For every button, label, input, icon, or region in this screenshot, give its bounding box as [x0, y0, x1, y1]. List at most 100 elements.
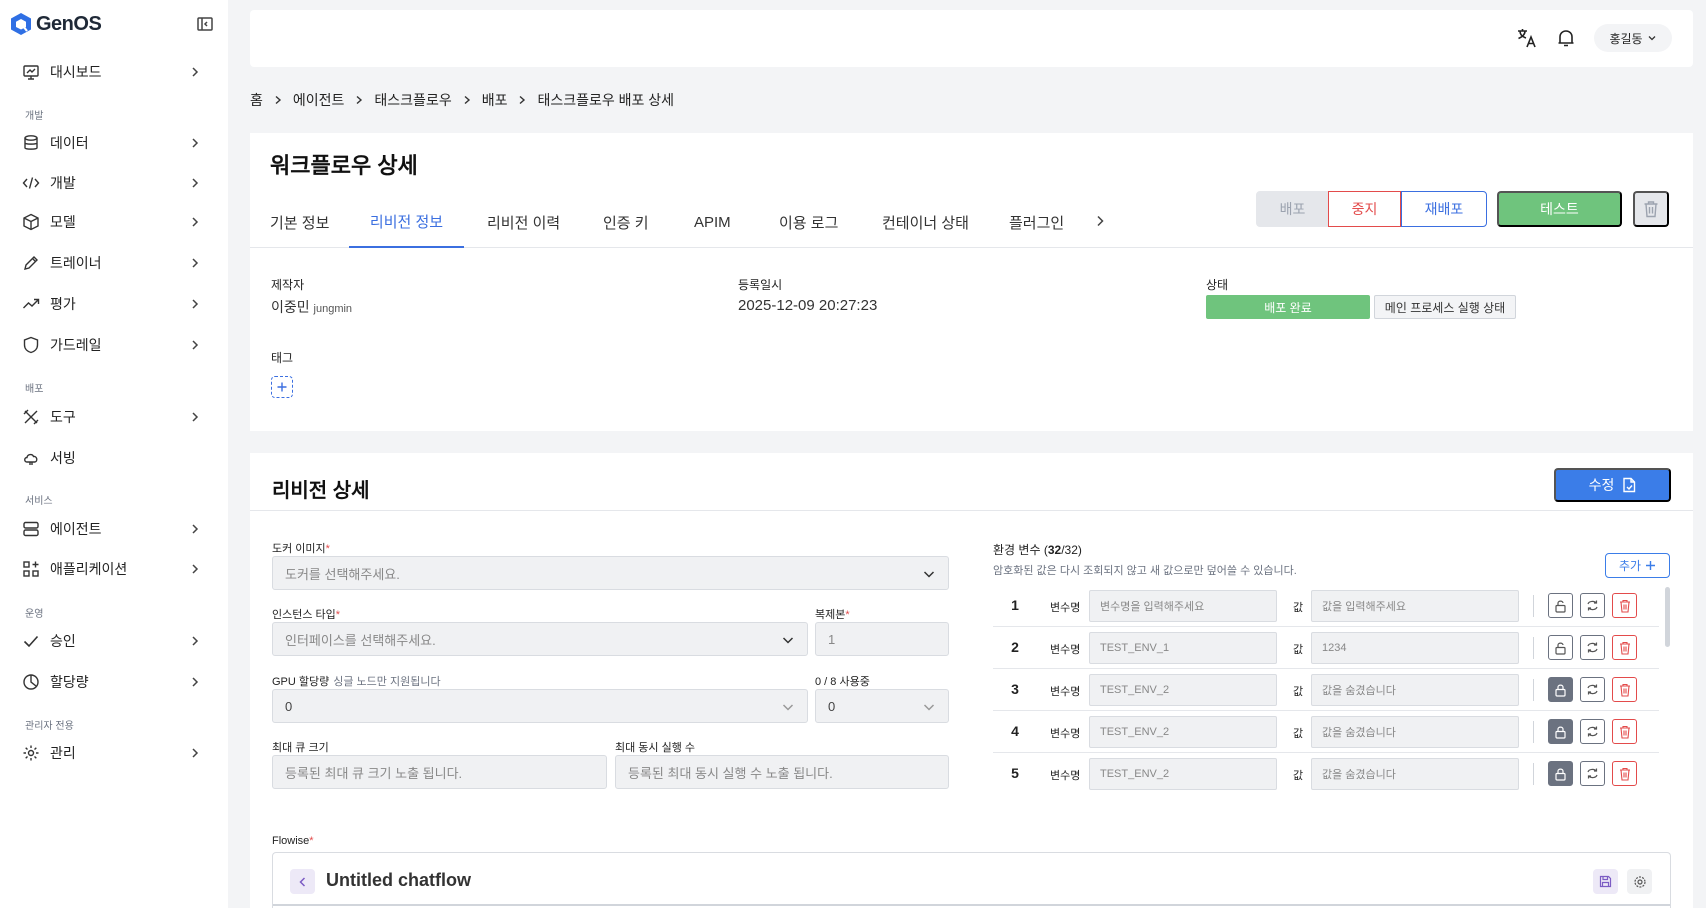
sidebar-item-trainer[interactable]: 트레이너 [22, 251, 202, 275]
max-concurrency-input[interactable]: 등록된 최대 동시 실행 수 노출 됩니다. [615, 755, 949, 789]
sidebar-item-label: 애플리케이션 [50, 561, 128, 577]
sidebar-item-evaluation[interactable]: 평가 [22, 292, 202, 316]
env-value-input[interactable]: 1234 [1311, 632, 1519, 664]
tab-usage-log[interactable]: 이용 로그 [779, 196, 838, 248]
test-button[interactable]: 테스트 [1497, 191, 1622, 227]
env-key-input[interactable]: TEST_ENV_2 [1089, 716, 1277, 748]
sidebar-item-application[interactable]: 애플리케이션 [22, 557, 202, 581]
user-name: 홍길동 [1609, 31, 1643, 46]
trash-icon [1619, 725, 1630, 739]
delete-env-button[interactable] [1612, 761, 1637, 786]
unlock-button[interactable] [1548, 635, 1573, 660]
sidebar-item-tools[interactable]: 도구 [22, 405, 202, 429]
instance-type-select[interactable]: 인터페이스를 선택해주세요. [272, 622, 808, 656]
delete-env-button[interactable] [1612, 677, 1637, 702]
refresh-button[interactable] [1580, 593, 1605, 618]
sidebar-item-dashboard[interactable]: 대시보드 [22, 60, 202, 84]
chevron-right-icon [192, 217, 199, 227]
stop-button[interactable]: 중지 [1328, 191, 1401, 227]
env-key-input[interactable]: 변수명을 입력해주세요 [1089, 590, 1277, 622]
refresh-button[interactable] [1580, 719, 1605, 744]
docker-image-select[interactable]: 도커를 선택해주세요. [272, 556, 949, 590]
refresh-button[interactable] [1580, 677, 1605, 702]
env-key-input[interactable]: TEST_ENV_1 [1089, 632, 1277, 664]
chatflow-title: Untitled chatflow [326, 870, 471, 890]
max-queue-input[interactable]: 등록된 최대 큐 크기 노출 됩니다. [272, 755, 607, 789]
env-value-label: 값 [1293, 728, 1304, 740]
env-value-input[interactable]: 값을 입력해주세요 [1311, 590, 1519, 622]
sidebar-collapse-icon[interactable] [196, 16, 214, 34]
sidebar-item-admin[interactable]: 관리 [22, 741, 202, 765]
tab-container-status[interactable]: 컨테이너 상태 [882, 196, 969, 248]
tab-plugin[interactable]: 플러그인 [1009, 196, 1064, 248]
usage-select[interactable]: 0 [815, 689, 949, 723]
user-menu[interactable]: 홍길동 [1594, 24, 1672, 52]
chevron-right-icon [192, 67, 199, 77]
delete-button[interactable] [1633, 191, 1669, 227]
chatflow-settings-button[interactable] [1627, 869, 1652, 894]
env-row-index: 4 [1011, 723, 1019, 739]
instance-type-label: 인스턴스 타입* [272, 609, 341, 621]
sidebar-item-quota[interactable]: 할당량 [22, 670, 202, 694]
env-key-input[interactable]: TEST_ENV_2 [1089, 674, 1277, 706]
env-value-input[interactable]: 값을 숨겼습니다 [1311, 716, 1519, 748]
deploy-button[interactable]: 배포 [1256, 191, 1329, 227]
save-chatflow-button[interactable] [1593, 869, 1618, 894]
plus-icon [1646, 561, 1656, 570]
refresh-button[interactable] [1580, 635, 1605, 660]
env-row: 1 변수명 변수명을 입력해주세요 값 값을 입력해주세요 [993, 585, 1659, 627]
sidebar-item-data[interactable]: 데이터 [22, 131, 202, 155]
env-vars-list: 1 변수명 변수명을 입력해주세요 값 값을 입력해주세요 2 변수명 TEST… [993, 585, 1659, 791]
back-button[interactable] [290, 869, 315, 894]
delete-env-button[interactable] [1612, 593, 1637, 618]
logo[interactable]: GenOS [10, 12, 102, 36]
chevron-right-icon[interactable] [1092, 213, 1108, 229]
translate-icon[interactable] [1516, 27, 1538, 49]
replica-input[interactable]: 1 [815, 622, 949, 656]
breadcrumb-item[interactable]: 태스크플로우 [374, 90, 451, 110]
env-value-input[interactable]: 값을 숨겼습니다 [1311, 674, 1519, 706]
chevron-right-icon [192, 340, 199, 350]
gpu-quota-select[interactable]: 0 [272, 689, 808, 723]
sidebar-item-label: 대시보드 [50, 64, 102, 80]
sidebar-item-agent[interactable]: 에이전트 [22, 517, 202, 541]
refresh-button[interactable] [1580, 761, 1605, 786]
tab-revision-info[interactable]: 리비전 정보 [349, 196, 464, 248]
add-env-button[interactable]: 추가 [1605, 553, 1670, 578]
env-key-input[interactable]: TEST_ENV_2 [1089, 758, 1277, 790]
env-value-input[interactable]: 값을 숨겼습니다 [1311, 758, 1519, 790]
tab-revision-history[interactable]: 리비전 이력 [487, 196, 560, 248]
sidebar-item-serving[interactable]: 서빙 [22, 446, 202, 470]
breadcrumb: 홈 에이전트 태스크플로우 배포 태스크플로우 배포 상세 [250, 90, 674, 110]
delete-env-button[interactable] [1612, 635, 1637, 660]
lock-button[interactable] [1548, 761, 1573, 786]
lock-button[interactable] [1548, 719, 1573, 744]
chevron-right-icon [275, 95, 281, 105]
env-scrollbar[interactable] [1665, 587, 1670, 647]
breadcrumb-item[interactable]: 에이전트 [293, 90, 345, 110]
sidebar-item-guardrail[interactable]: 가드레일 [22, 333, 202, 357]
tab-basic-info[interactable]: 기본 정보 [270, 196, 329, 248]
unlock-button[interactable] [1548, 593, 1573, 618]
tab-apim[interactable]: APIM [694, 196, 731, 248]
code-icon [22, 177, 40, 189]
main-process-status-button[interactable]: 메인 프로세스 실행 상태 [1374, 295, 1516, 319]
sidebar-item-approval[interactable]: 승인 [22, 629, 202, 653]
sidebar-item-dev[interactable]: 개발 [22, 171, 202, 195]
breadcrumb-item[interactable]: 홈 [250, 90, 263, 110]
env-value-label: 값 [1293, 602, 1304, 614]
edit-button[interactable]: 수정 [1554, 468, 1671, 502]
delete-env-button[interactable] [1612, 719, 1637, 744]
add-tag-button[interactable] [271, 376, 293, 398]
bell-icon[interactable] [1556, 28, 1576, 48]
divider [1533, 721, 1534, 743]
document-edit-icon [1623, 477, 1636, 493]
redeploy-button[interactable]: 재배포 [1401, 191, 1487, 227]
sidebar-item-model[interactable]: 모델 [22, 210, 202, 234]
lock-button[interactable] [1548, 677, 1573, 702]
tab-auth-key[interactable]: 인증 키 [603, 196, 649, 248]
server-icon [23, 521, 39, 537]
breadcrumb-item[interactable]: 배포 [482, 90, 508, 110]
divider [1533, 763, 1534, 785]
status-label: 상태 [1206, 278, 1229, 292]
